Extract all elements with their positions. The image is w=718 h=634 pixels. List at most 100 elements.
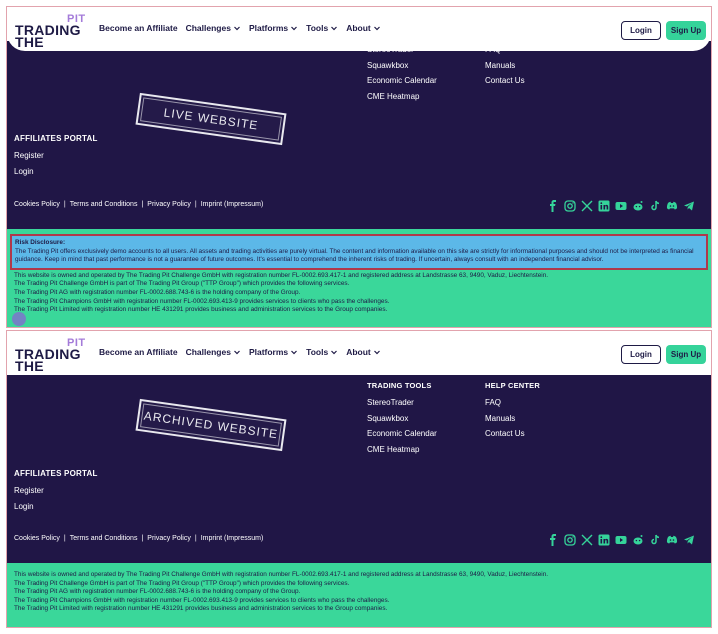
legal-links: Cookies Policy | Terms and Conditions | Pr…	[14, 535, 264, 542]
signup-button[interactable]: Sign Up	[666, 345, 706, 364]
nav-platforms[interactable]: Platforms	[249, 347, 298, 357]
footer-link-economic-calendar[interactable]: Economic Calendar	[367, 76, 437, 85]
trading-tools-column: TRADING TOOLS StereoTrader Squawkbox Eco…	[367, 381, 437, 460]
affiliates-register-link[interactable]: Register	[14, 486, 98, 495]
imprint-link[interactable]: Imprint (Impressum)	[201, 535, 264, 542]
company-info: This website is owned and operated by Th…	[7, 272, 711, 315]
trading-pit-logo[interactable]: PIT TRADING THE	[15, 13, 89, 50]
facebook-icon[interactable]	[547, 199, 559, 212]
nav-label: About	[346, 23, 371, 33]
chevron-down-icon	[234, 350, 240, 355]
footer-link-contact-us[interactable]: Contact Us	[485, 429, 540, 438]
affiliates-portal-heading: AFFILIATES PORTAL	[14, 469, 98, 478]
nav-label: Challenges	[185, 347, 231, 357]
archived-website-panel: TRADING TOOLS StereoTrader Squawkbox Eco…	[6, 330, 712, 628]
trading-tools-heading: TRADING TOOLS	[367, 381, 432, 390]
legal-disclosure-area: This website is owned and operated by Th…	[7, 563, 711, 627]
footer-link-economic-calendar[interactable]: Economic Calendar	[367, 429, 437, 438]
nav-about[interactable]: About	[346, 23, 381, 33]
reddit-icon[interactable]	[632, 199, 644, 211]
nav-about[interactable]: About	[346, 347, 381, 357]
reddit-icon[interactable]	[632, 533, 644, 545]
footer-link-stereotrader[interactable]: StereoTrader	[367, 398, 437, 407]
legal-disclosure-area: Risk Disclosure: The Trading Pit offers …	[7, 229, 711, 327]
company-line: The Trading Pit Champions GmbH with regi…	[14, 297, 390, 305]
social-icons	[547, 199, 695, 212]
affiliates-login-link[interactable]: Login	[14, 502, 98, 511]
nav-challenges[interactable]: Challenges	[186, 23, 241, 33]
tiktok-icon[interactable]	[649, 199, 661, 211]
risk-disclosure-title: Risk Disclosure:	[15, 239, 66, 246]
nav-label: Platforms	[248, 347, 289, 357]
privacy-policy-link[interactable]: Privacy Policy	[147, 201, 191, 208]
telegram-icon[interactable]	[683, 199, 695, 211]
risk-disclosure-text: The Trading Pit offers exclusively demo …	[15, 247, 694, 264]
telegram-icon[interactable]	[683, 533, 695, 545]
social-icons	[547, 533, 695, 546]
footer-link-manuals[interactable]: Manuals	[485, 414, 540, 423]
footer: StereoTrader Squawkbox Economic Calendar…	[7, 41, 711, 229]
affiliates-register-link[interactable]: Register	[14, 151, 98, 160]
affiliates-portal-heading: AFFILIATES PORTAL	[14, 134, 98, 143]
chevron-down-icon	[291, 26, 298, 31]
discord-icon[interactable]	[666, 199, 678, 211]
nav-challenges[interactable]: Challenges	[186, 347, 241, 357]
footer-link-contact-us[interactable]: Contact Us	[485, 76, 525, 85]
help-center-column: HELP CENTER FAQ Manuals Contact Us	[485, 381, 540, 445]
facebook-icon[interactable]	[547, 533, 559, 546]
footer-link-cme-heatmap[interactable]: CME Heatmap	[367, 92, 437, 101]
trading-pit-logo[interactable]: PIT TRADING THE	[15, 337, 89, 374]
logo-the: THE	[15, 34, 44, 50]
footer-link-faq[interactable]: FAQ	[485, 398, 540, 407]
tiktok-icon[interactable]	[649, 533, 661, 545]
nav-become-affiliate[interactable]: Become an Affiliate	[99, 23, 178, 33]
x-icon[interactable]	[581, 199, 593, 212]
login-button[interactable]: Login	[621, 21, 661, 40]
company-line: The Trading Pit AG with registration num…	[14, 588, 301, 596]
discord-icon[interactable]	[666, 533, 678, 545]
footer-link-manuals[interactable]: Manuals	[485, 61, 525, 70]
nav-label: Become an Affiliate	[99, 347, 178, 357]
chevron-down-icon	[234, 26, 240, 31]
login-button[interactable]: Login	[621, 345, 661, 364]
linkedin-icon[interactable]	[598, 533, 610, 546]
footer-link-squawkbox[interactable]: Squawkbox	[367, 414, 437, 423]
footer-link-squawkbox[interactable]: Squawkbox	[367, 61, 437, 70]
imprint-link[interactable]: Imprint (Impressum)	[201, 201, 264, 208]
privacy-policy-link[interactable]: Privacy Policy	[147, 535, 191, 542]
terms-link[interactable]: Terms and Conditions	[70, 535, 138, 542]
nav-tools[interactable]: Tools	[306, 23, 338, 33]
youtube-icon[interactable]	[615, 533, 627, 545]
cookies-policy-link[interactable]: Cookies Policy	[14, 201, 60, 208]
youtube-icon[interactable]	[615, 199, 627, 211]
instagram-icon[interactable]	[564, 533, 576, 546]
affiliates-login-link[interactable]: Login	[14, 167, 98, 176]
risk-disclosure-box: Risk Disclosure: The Trading Pit offers …	[10, 234, 708, 270]
nav-label: Challenges	[185, 23, 231, 33]
main-menu: Become an Affiliate Challenges Platforms…	[99, 23, 381, 33]
nav-tools[interactable]: Tools	[306, 347, 338, 357]
affiliates-portal-column: AFFILIATES PORTAL Register Login	[14, 469, 98, 517]
x-icon[interactable]	[581, 533, 593, 546]
signup-button[interactable]: Sign Up	[666, 21, 706, 40]
terms-link[interactable]: Terms and Conditions	[70, 201, 138, 208]
affiliates-portal-column: AFFILIATES PORTAL Register Login	[14, 134, 98, 182]
company-line: The Trading Pit Limited with registratio…	[14, 605, 388, 613]
chat-bubble-icon[interactable]	[12, 312, 26, 326]
footer-link-cme-heatmap[interactable]: CME Heatmap	[367, 445, 437, 454]
nav-become-affiliate[interactable]: Become an Affiliate	[99, 347, 178, 357]
cookies-policy-link[interactable]: Cookies Policy	[14, 535, 60, 542]
nav-platforms[interactable]: Platforms	[249, 23, 298, 33]
main-menu: Become an Affiliate Challenges Platforms…	[99, 347, 381, 357]
chevron-down-icon	[373, 350, 380, 355]
logo-the: THE	[15, 358, 44, 374]
nav-label: Become an Affiliate	[99, 23, 178, 33]
legal-links: Cookies Policy | Terms and Conditions | Pr…	[14, 201, 264, 208]
chevron-down-icon	[373, 26, 380, 31]
linkedin-icon[interactable]	[598, 199, 610, 212]
company-line: The Trading Pit Champions GmbH with regi…	[14, 596, 390, 604]
chevron-down-icon	[331, 350, 338, 355]
instagram-icon[interactable]	[564, 199, 576, 212]
company-line: This website is owned and operated by Th…	[14, 571, 549, 578]
company-line: This website is owned and operated by Th…	[14, 271, 549, 279]
